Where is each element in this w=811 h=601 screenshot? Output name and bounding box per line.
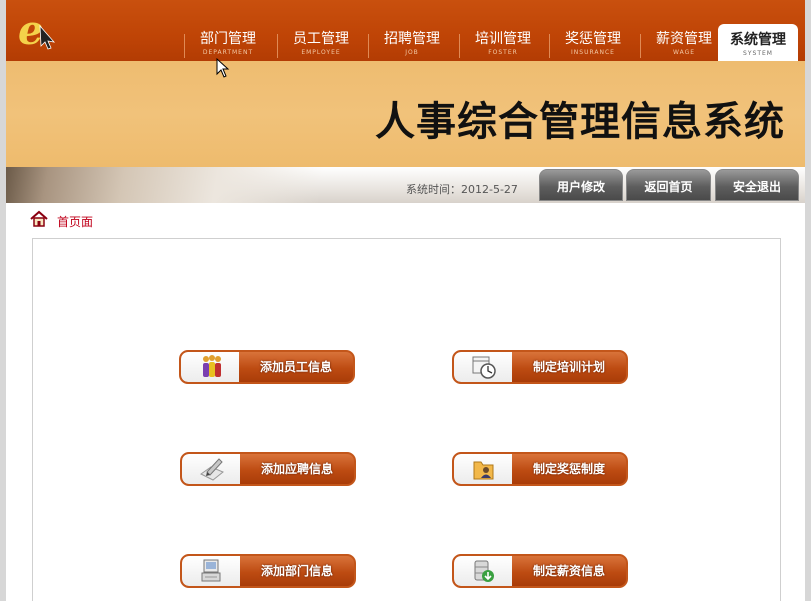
nav-item-sublabel: EMPLOYEE <box>301 49 341 56</box>
decorative-swoosh <box>6 167 426 203</box>
system-title: 人事综合管理信息系统 <box>375 98 785 145</box>
action-label: 添加部门信息 <box>260 564 333 578</box>
e-logo-icon: e <box>18 7 56 52</box>
nav-item-salary[interactable]: 薪资管理 WAGE <box>640 26 728 61</box>
nav-item-department[interactable]: 部门管理 DEPARTMENT <box>184 26 272 61</box>
computer-icon <box>201 559 221 582</box>
nav-item-label: 招聘管理 <box>384 31 440 47</box>
add-applicant-button[interactable]: 添加应聘信息 <box>180 452 356 486</box>
header-banner: 人事综合管理信息系统 <box>6 61 805 167</box>
nav-item-sublabel: WAGE <box>672 49 696 56</box>
main-panel: 添加员工信息 制定培训计划 添加应聘信息 制定奖惩制度 添加部门信息 制定薪资信… <box>32 238 781 601</box>
svg-text:e: e <box>18 7 43 52</box>
logout-button[interactable]: 安全退出 <box>715 169 799 201</box>
make-salary-info-button[interactable]: 制定薪资信息 <box>452 554 628 588</box>
mouse-cursor-icon <box>216 58 230 78</box>
nav-item-sublabel: SYSTEM <box>743 50 773 57</box>
user-edit-button[interactable]: 用户修改 <box>539 169 623 201</box>
status-bar: 系统时间：2012-5-27 用户修改 返回首页 安全退出 <box>6 167 805 203</box>
people-icon <box>203 355 221 377</box>
action-label: 添加员工信息 <box>259 360 332 374</box>
nav-item-training[interactable]: 培训管理 FOSTER <box>459 26 547 61</box>
nav-item-recruit[interactable]: 招聘管理 JOB <box>368 26 456 61</box>
nav-item-label: 培训管理 <box>475 31 531 47</box>
home-page-link[interactable]: 首页面 <box>57 213 93 230</box>
nav-item-system[interactable]: 系统管理 SYSTEM <box>718 24 798 61</box>
system-time: 系统时间：2012-5-27 <box>406 183 518 196</box>
add-employee-button[interactable]: 添加员工信息 <box>179 350 355 384</box>
add-department-button[interactable]: 添加部门信息 <box>180 554 356 588</box>
action-label: 制定培训计划 <box>532 360 605 374</box>
database-download-icon <box>474 560 494 582</box>
top-navigation-bar: e 部门管理 DEPARTMENT 员工管理 EMPLOYEE 招聘管理 JOB… <box>6 0 805 61</box>
nav-item-sublabel: FOSTER <box>488 49 518 56</box>
back-home-button[interactable]: 返回首页 <box>626 169 711 201</box>
nav-item-label: 系统管理 <box>730 32 786 48</box>
nav-item-label: 员工管理 <box>293 31 349 47</box>
folder-user-icon <box>473 461 494 480</box>
calendar-clock-icon <box>472 356 496 379</box>
nav-item-sublabel: DEPARTMENT <box>202 49 254 56</box>
action-label: 制定奖惩制度 <box>532 462 605 476</box>
action-label: 添加应聘信息 <box>260 462 333 476</box>
nav-item-sublabel: INSURANCE <box>571 49 615 56</box>
window-right-edge <box>805 0 811 601</box>
nav-item-label: 奖惩管理 <box>565 31 621 47</box>
nav-item-reward[interactable]: 奖惩管理 INSURANCE <box>549 26 637 61</box>
nav-item-label: 薪资管理 <box>656 31 712 47</box>
nav-item-employee[interactable]: 员工管理 EMPLOYEE <box>277 26 365 61</box>
nav-item-sublabel: JOB <box>405 49 419 56</box>
pen-paper-icon <box>200 458 224 481</box>
make-training-plan-button[interactable]: 制定培训计划 <box>452 350 628 384</box>
action-label: 制定薪资信息 <box>532 564 605 578</box>
home-icon <box>30 210 48 227</box>
make-reward-policy-button[interactable]: 制定奖惩制度 <box>452 452 628 486</box>
nav-item-label: 部门管理 <box>200 31 256 47</box>
